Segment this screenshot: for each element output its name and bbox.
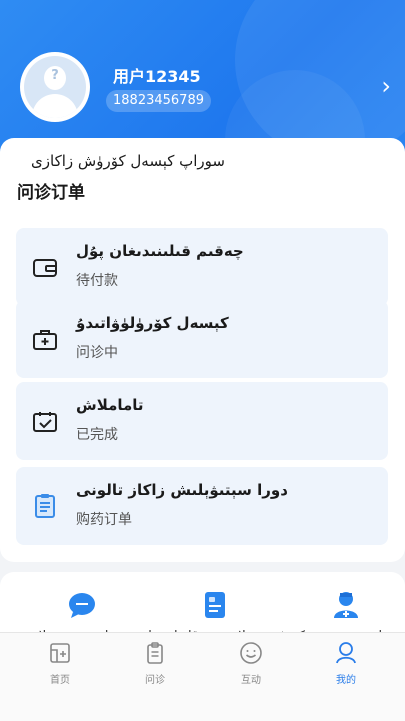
order-row-completed[interactable]: تاماملاش 已完成 <box>16 382 388 460</box>
completed-check-icon <box>33 412 57 432</box>
bottom-tab-bar: 首页 问诊 互动 我的 <box>0 632 405 721</box>
order-row-in-consultation[interactable]: كېسەل كۆرۈلۈۋاتىدۇ 问诊中 <box>16 300 388 378</box>
home-icon <box>50 643 70 663</box>
tab-label: 我的 <box>336 675 356 686</box>
order-row-label-ug: تاماملاش <box>76 396 144 414</box>
wallet-icon <box>33 259 57 277</box>
orders-card: سوراپ كېسەل كۆرۈش زاكازى 问诊订单 چەقىم قىلى… <box>0 138 405 562</box>
interaction-icon <box>240 642 262 664</box>
orders-title-ug: سوراپ كېسەل كۆرۈش زاكازى <box>31 152 225 170</box>
avatar[interactable]: ? <box>20 52 90 122</box>
tab-interaction[interactable]: 互动 <box>221 641 281 686</box>
document-icon[interactable] <box>200 590 230 620</box>
profile-icon <box>336 642 356 664</box>
order-row-label-ug: دورا سېتىۋېلىش زاكاز تالونى <box>76 481 288 499</box>
avatar-placeholder-icon: ? <box>24 56 86 118</box>
order-row-pending-payment[interactable]: چەقىم قىلىنىدىغان پۇل 待付款 <box>16 228 388 306</box>
tab-profile[interactable]: 我的 <box>316 641 376 686</box>
medical-kit-icon <box>33 330 57 350</box>
phone-badge: 18823456789 <box>106 90 211 112</box>
order-row-label: 购药订单 <box>76 512 132 528</box>
order-row-medicine-orders[interactable]: دورا سېتىۋېلىش زاكاز تالونى 购药订单 <box>16 467 388 545</box>
username[interactable]: 用户12345 <box>113 63 201 87</box>
order-row-label-ug: كېسەل كۆرۈلۈۋاتىدۇ <box>76 314 229 332</box>
consultation-icon <box>147 642 163 664</box>
order-row-label-ug: چەقىم قىلىنىدىغان پۇل <box>76 242 244 260</box>
tab-label: 首页 <box>50 675 70 686</box>
tab-consultation[interactable]: 问诊 <box>125 641 185 686</box>
order-row-label: 已完成 <box>76 427 118 443</box>
tab-label: 互动 <box>241 675 261 686</box>
receipt-icon <box>35 494 55 518</box>
order-row-label: 待付款 <box>76 273 118 289</box>
doctor-icon[interactable] <box>331 590 361 620</box>
tab-label: 问诊 <box>145 675 165 686</box>
order-row-label: 问诊中 <box>76 345 118 361</box>
orders-title: 问诊订单 <box>17 183 85 203</box>
tab-home[interactable]: 首页 <box>30 641 90 686</box>
chevron-right-icon[interactable]: › <box>381 74 391 98</box>
chat-bubble-icon[interactable] <box>67 590 97 620</box>
